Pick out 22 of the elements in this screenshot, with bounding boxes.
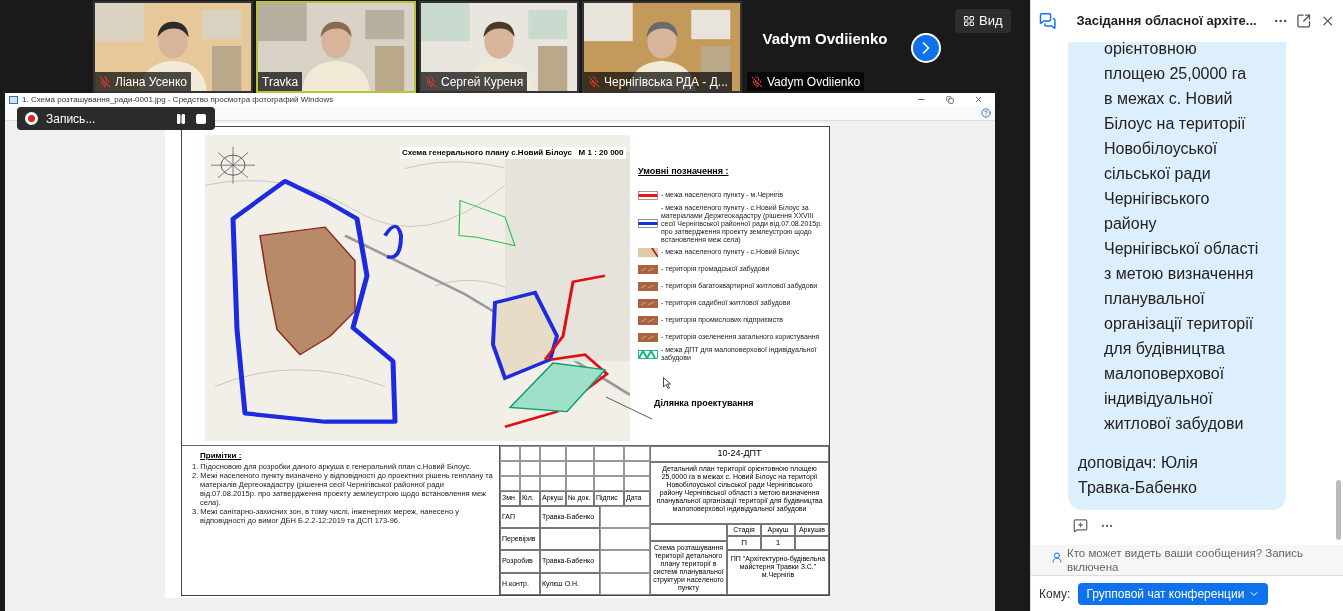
stage-value: 1 (761, 536, 795, 550)
window-title: 1. Схема розташування_ради-0001.jpg - Средство просмотра фотографий Windows (22, 93, 334, 106)
recipient-dropdown[interactable]: Групповой чат конференции (1078, 582, 1269, 605)
participant-name: Чернігівська РДА - Д... (604, 73, 728, 91)
recording-label: Запись... (46, 110, 96, 128)
map-title: Схема генерального плану с.Новий Білоус М 1 : 20 000 (400, 147, 626, 159)
message-text: орієнтовною площею 25,0000 га в межах с. Новий Білоус на території Новобілоуської сільської ради Чернігівського району Чернігівської області з метою визначення планувальної організації території для будівництва малоповерхової індивідуальної житлової забудови (1103, 42, 1260, 434)
notes-title: Примітки : (200, 450, 243, 462)
participant-name: Travka (262, 73, 299, 91)
legend-title: Умовні позначення : (638, 165, 730, 178)
participant-display-name: Vadym Ovdiienko (762, 28, 888, 49)
participant-name: Vadym Ovdiienko (767, 73, 861, 91)
privacy-notice: Кто может видеть ваши сообщения? Запись включена (1067, 546, 1304, 574)
view-button[interactable]: Вид (955, 9, 1011, 33)
site-label: Ділянка проектування (654, 396, 754, 410)
drawing-code: 10-24-ДПТ (650, 446, 829, 462)
message-text: доповідач: Юлія Травка-Бабенко (1077, 453, 1199, 498)
recipient-label: Кому: (1039, 585, 1071, 603)
chat-title: Засідання обласної архіте... (1076, 12, 1257, 31)
stage-value: П (727, 536, 761, 550)
participant-name: Сергей Куреня (441, 73, 524, 91)
participant-name: Ліана Усенко (115, 73, 188, 91)
